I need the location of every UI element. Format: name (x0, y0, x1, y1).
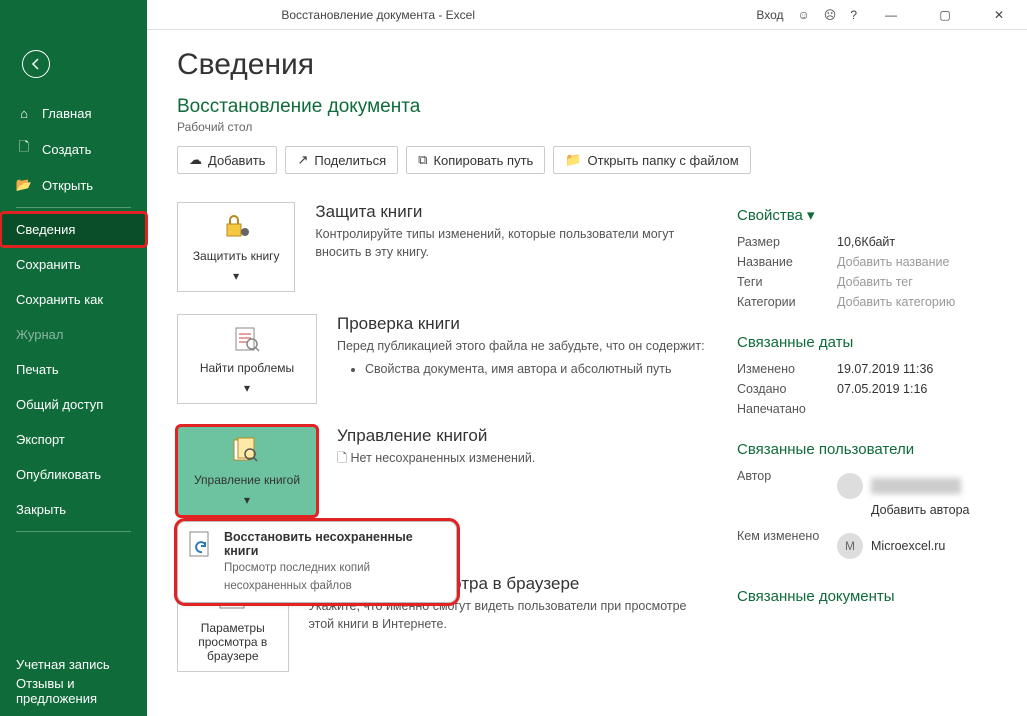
openfolder-button[interactable]: 📁Открыть папку с файлом (553, 146, 750, 174)
recover-icon (188, 530, 214, 594)
chevron-down-icon: ▾ (233, 269, 239, 283)
section-inspect: Найти проблемы ▾ Проверка книги Перед пу… (177, 314, 707, 404)
document-location: Рабочий стол (177, 120, 997, 134)
frown-icon[interactable]: ☹ (824, 8, 837, 22)
sidebar-item-share[interactable]: Общий доступ (0, 387, 147, 422)
titlebar-controls: Вход ☺ ☹ ? — ▢ ✕ (756, 0, 1027, 30)
related-people-header: Связанные пользователи (737, 441, 997, 458)
categories-value[interactable]: Добавить категорию (837, 295, 955, 309)
sidebar-item-save[interactable]: Сохранить (0, 247, 147, 282)
sidebar-divider (16, 207, 131, 208)
folder-icon: 📁 (565, 152, 581, 168)
printed-label: Напечатано (737, 402, 837, 416)
tags-value[interactable]: Добавить тег (837, 275, 913, 289)
protect-title: Защита книги (315, 202, 707, 222)
sidebar-item-print[interactable]: Печать (0, 352, 147, 387)
recover-unsaved-popup[interactable]: Восстановить несохраненные книги Просмот… (177, 521, 457, 603)
left-column: Защитить книгу ▾ Защита книги Контролиру… (177, 202, 707, 694)
chevron-down-icon: ▾ (807, 207, 815, 224)
tags-label: Теги (737, 275, 837, 289)
modified-value: 19.07.2019 11:36 (837, 362, 933, 376)
section-protect: Защитить книгу ▾ Защита книги Контролиру… (177, 202, 707, 292)
open-icon: 📂 (16, 177, 32, 193)
author-name-blurred (871, 478, 961, 494)
browser-desc: Укажите, что именно смогут видеть пользо… (309, 598, 707, 633)
arrow-left-icon (29, 57, 43, 71)
manage-desc: 🗋 Нет несохраненных изменений. (337, 450, 535, 468)
share-icon: ↗ (297, 152, 308, 168)
signin-link[interactable]: Вход (756, 8, 783, 22)
section-manage: Управление книгой ▾ Управление книгой 🗋 … (177, 426, 707, 516)
smile-icon[interactable]: ☺ (798, 8, 810, 22)
lastmod-row: M Microexcel.ru (837, 529, 945, 563)
popup-title: Восстановить несохраненные книги (224, 530, 446, 558)
chevron-down-icon: ▾ (244, 381, 250, 395)
protect-workbook-button[interactable]: Защитить книгу ▾ (177, 202, 295, 292)
popup-desc: Просмотр последних копий несохраненных ф… (224, 562, 370, 592)
new-icon: 🗋 (16, 141, 32, 157)
sidebar-divider (16, 531, 131, 532)
toolbar: ☁Добавить ↗Поделиться ⧉Копировать путь 📁… (177, 146, 997, 174)
author-row (837, 469, 969, 503)
home-icon: ⌂ (16, 105, 32, 121)
inspect-icon (228, 323, 266, 355)
page-title: Сведения (177, 48, 997, 82)
inspect-item: Свойства документа, имя автора и абсолют… (365, 362, 705, 376)
sidebar-item-new[interactable]: 🗋Создать (0, 131, 147, 167)
sidebar-item-history: Журнал (0, 317, 147, 352)
related-dates-header: Связанные даты (737, 334, 997, 351)
sidebar: ⌂Главная 🗋Создать 📂Открыть Сведения Сохр… (0, 0, 147, 716)
lastmod-label: Кем изменено (737, 529, 837, 563)
properties-header[interactable]: Свойства ▾ (737, 206, 997, 224)
manage-icon (228, 435, 266, 467)
chevron-down-icon: ▾ (244, 493, 250, 507)
content-area: Сведения Восстановление документа Рабочи… (147, 30, 1027, 716)
sidebar-item-info[interactable]: Сведения (0, 212, 147, 247)
share-button[interactable]: ↗Поделиться (285, 146, 398, 174)
cloud-upload-icon: ☁ (189, 152, 202, 168)
size-value: 10,6Кбайт (837, 235, 895, 249)
modified-label: Изменено (737, 362, 837, 376)
title-value[interactable]: Добавить название (837, 255, 949, 269)
add-author-link[interactable]: Добавить автора (871, 503, 969, 517)
upload-button[interactable]: ☁Добавить (177, 146, 277, 174)
categories-label: Категории (737, 295, 837, 309)
author-label: Автор (737, 469, 837, 517)
lastmod-value: Microexcel.ru (871, 539, 945, 553)
sidebar-item-open[interactable]: 📂Открыть (0, 167, 147, 203)
manage-workbook-button[interactable]: Управление книгой ▾ (177, 426, 317, 516)
lock-icon (217, 211, 255, 243)
minimize-button[interactable]: — (871, 0, 911, 30)
sidebar-item-close[interactable]: Закрыть (0, 492, 147, 527)
avatar: M (837, 533, 863, 559)
title-label: Название (737, 255, 837, 269)
titlebar: Восстановление документа - Excel Вход ☺ … (0, 0, 1027, 30)
related-docs-header: Связанные документы (737, 588, 997, 605)
sidebar-item-publish[interactable]: Опубликовать (0, 457, 147, 492)
properties-panel: Свойства ▾ Размер10,6Кбайт НазваниеДобав… (737, 202, 997, 694)
link-icon: ⧉ (418, 152, 427, 168)
close-button[interactable]: ✕ (979, 0, 1019, 30)
back-button[interactable] (22, 50, 50, 78)
created-value: 07.05.2019 1:16 (837, 382, 927, 396)
protect-desc: Контролируйте типы изменений, которые по… (315, 226, 707, 261)
manage-title: Управление книгой (337, 426, 535, 446)
copypath-button[interactable]: ⧉Копировать путь (406, 146, 545, 174)
maximize-button[interactable]: ▢ (925, 0, 965, 30)
help-icon[interactable]: ? (850, 8, 857, 22)
size-label: Размер (737, 235, 837, 249)
created-label: Создано (737, 382, 837, 396)
sidebar-item-feedback[interactable]: Отзывы и предложения (0, 666, 147, 716)
document-title: Восстановление документа (177, 96, 997, 118)
inspect-desc: Перед публикацией этого файла не забудьт… (337, 338, 705, 356)
sidebar-item-export[interactable]: Экспорт (0, 422, 147, 457)
sidebar-item-home[interactable]: ⌂Главная (0, 95, 147, 131)
inspect-title: Проверка книги (337, 314, 705, 334)
avatar (837, 473, 863, 499)
check-issues-button[interactable]: Найти проблемы ▾ (177, 314, 317, 404)
sidebar-item-saveas[interactable]: Сохранить как (0, 282, 147, 317)
